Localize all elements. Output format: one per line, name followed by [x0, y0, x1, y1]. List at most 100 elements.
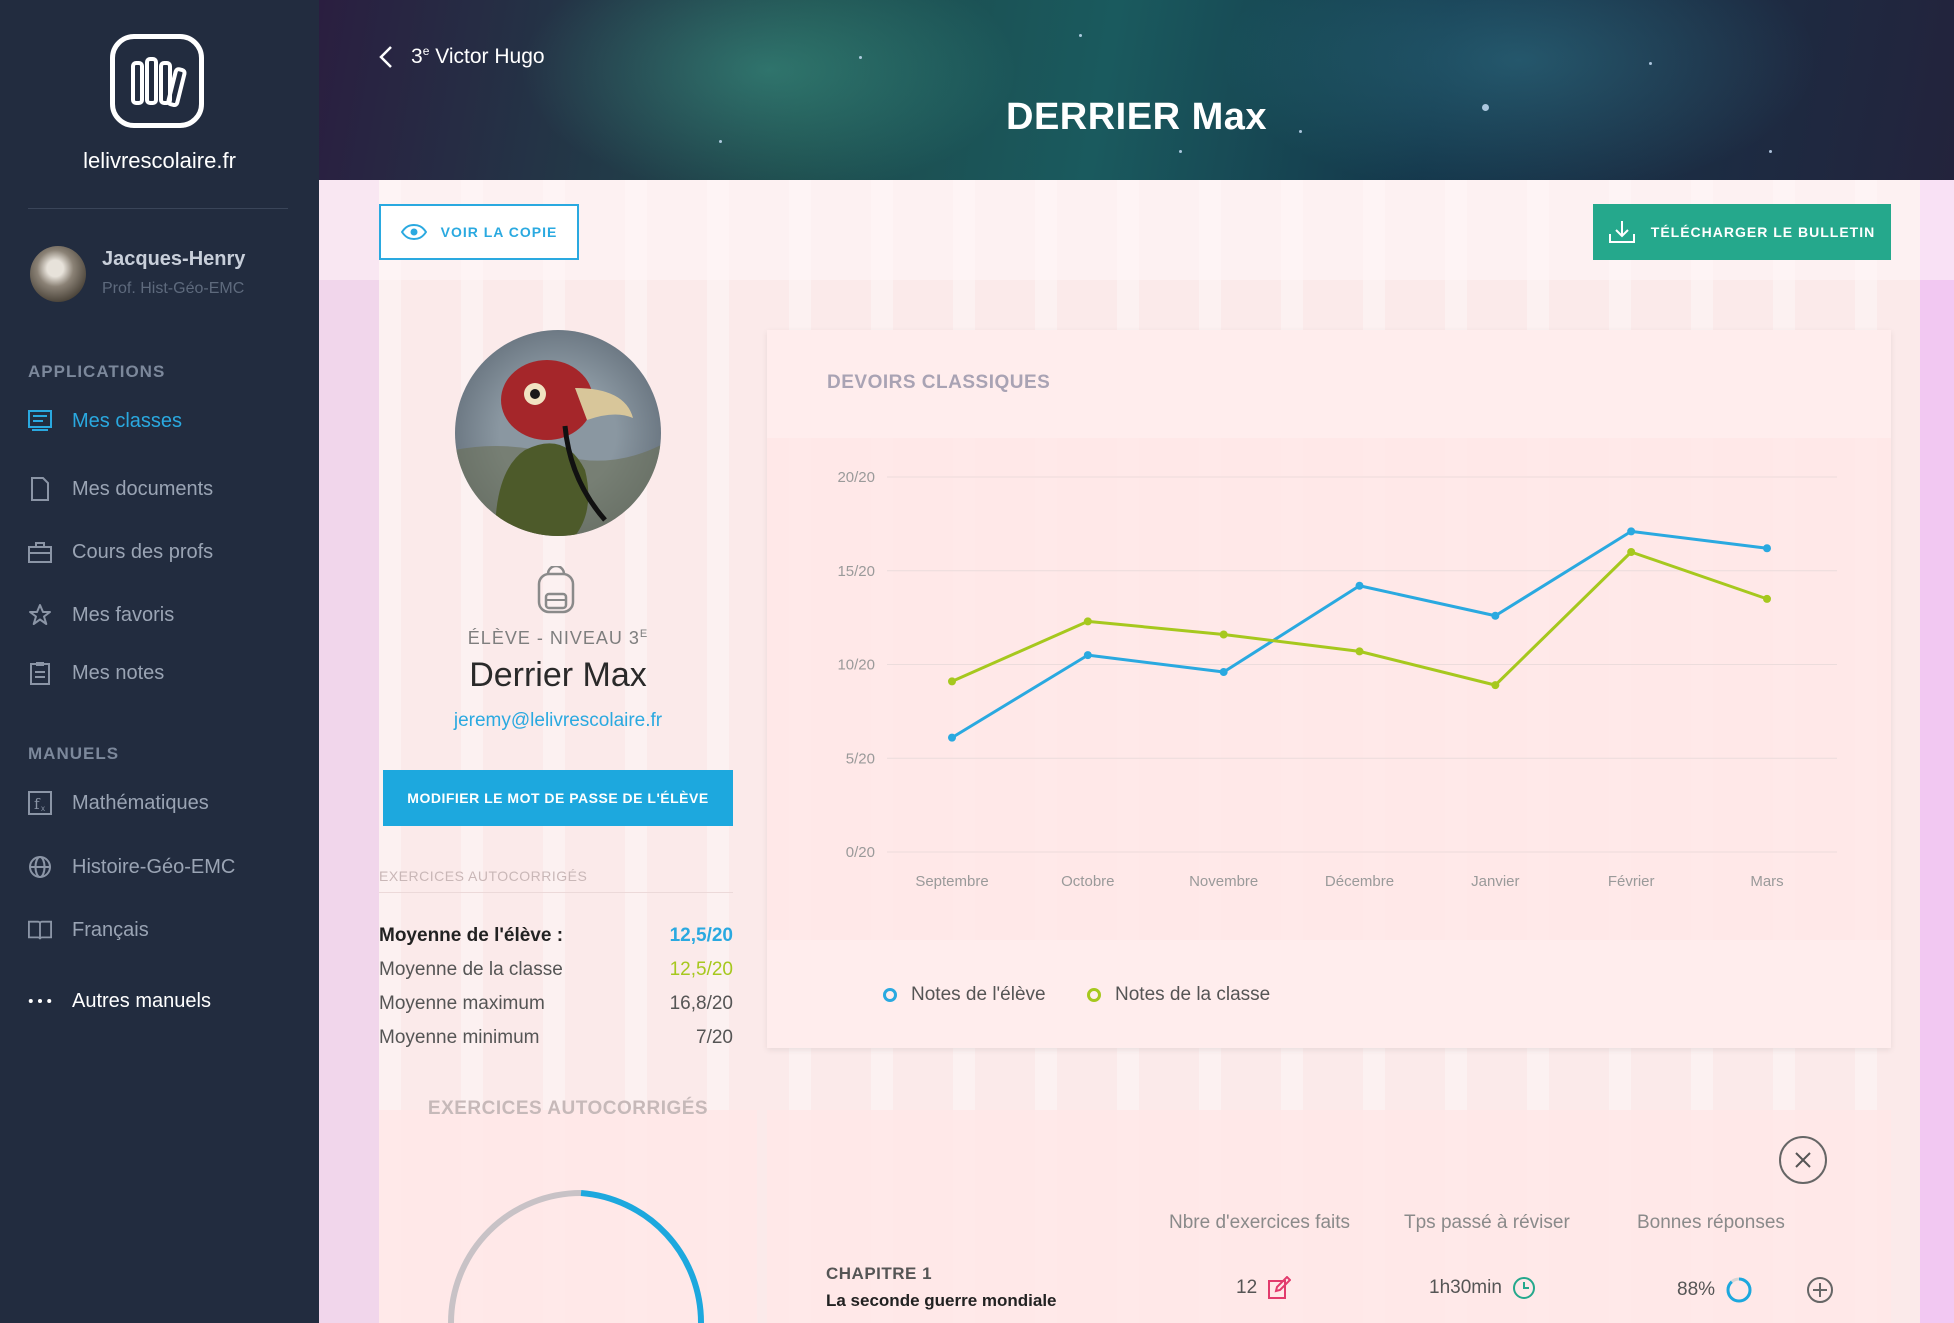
- sidebar-item-mes-classes[interactable]: Mes classes: [0, 398, 319, 444]
- column-header-correct: Bonnes réponses: [1637, 1212, 1785, 1233]
- grades-line-chart: 20/20 15/20 10/20 5/20 0/20 Septembre Octobre N…: [837, 469, 1837, 890]
- stat-value: 16,8/20: [669, 993, 733, 1014]
- stat-value: 7/20: [696, 1027, 733, 1048]
- time-spent-cell: 1h30min: [1429, 1276, 1536, 1300]
- user-avatar[interactable]: [30, 246, 86, 302]
- banner-glow: [1219, 0, 1819, 180]
- sidebar-item-mes-documents[interactable]: Mes documents: [0, 466, 319, 512]
- stat-value: 12,5/20: [669, 925, 733, 946]
- exercises-count-cell: 12: [1236, 1276, 1292, 1300]
- sidebar: lelivrescolaire.fr Jacques-Henry Prof. H…: [0, 0, 319, 1323]
- x-tick-label: Janvier: [1471, 873, 1519, 890]
- stat-label: Moyenne de la classe: [379, 959, 563, 980]
- correct-answers: 88%: [1677, 1279, 1716, 1300]
- y-tick-label: 10/20: [837, 657, 875, 674]
- brand-name: lelivrescolaire.fr: [83, 148, 236, 173]
- sidebar-item-mathematiques[interactable]: fx Mathématiques: [0, 780, 319, 826]
- header-banner: 3e Victor Hugo DERRIER Max: [319, 0, 1954, 180]
- data-point: [948, 733, 956, 742]
- sidebar-item-label: Cours des profs: [72, 540, 214, 563]
- data-point: [948, 677, 956, 686]
- stat-row-min-average: Moyenne minimum 7/20: [379, 1027, 733, 1049]
- section-manuels: MANUELS: [28, 744, 120, 763]
- close-button[interactable]: [1779, 1136, 1827, 1184]
- sidebar-item-histoire-geo-emc[interactable]: Histoire-Géo-EMC: [0, 844, 319, 890]
- back-link[interactable]: 3e Victor Hugo: [379, 44, 545, 69]
- view-copy-label: VOIR LA COPIE: [440, 224, 558, 240]
- time-spent: 1h30min: [1429, 1277, 1502, 1298]
- sidebar-item-label: Français: [72, 918, 149, 941]
- autocorrected-section-title: EXERCICES AUTOCORRIGÉS: [379, 868, 588, 884]
- download-icon: [1608, 221, 1635, 243]
- legend-label: Notes de la classe: [1115, 984, 1271, 1005]
- sidebar-item-label: Histoire-Géo-EMC: [72, 855, 236, 878]
- data-point: [1355, 647, 1364, 656]
- y-tick-label: 20/20: [837, 469, 875, 486]
- legend-marker: [883, 988, 897, 1002]
- sidebar-item-mes-favoris[interactable]: Mes favoris: [0, 592, 319, 638]
- data-point: [1763, 544, 1771, 553]
- student-email-link[interactable]: jeremy@lelivrescolaire.fr: [379, 710, 737, 732]
- data-point: [1763, 594, 1771, 603]
- classes-icon: [28, 409, 52, 433]
- legend-marker: [1087, 988, 1101, 1002]
- star-dot: [1179, 150, 1182, 153]
- svg-text:f: f: [34, 795, 41, 813]
- svg-text:x: x: [41, 804, 45, 813]
- expand-button[interactable]: [1806, 1276, 1834, 1309]
- sidebar-item-cours-des-profs[interactable]: Cours des profs: [0, 529, 319, 575]
- progress-ring-icon: [1726, 1277, 1752, 1303]
- data-point: [1627, 548, 1636, 556]
- clock-icon: [1512, 1277, 1535, 1299]
- correct-answers-cell: 88%: [1677, 1276, 1753, 1304]
- star-icon: [28, 603, 52, 627]
- exercises-count: 12: [1236, 1277, 1258, 1298]
- student-avatar[interactable]: [455, 330, 661, 536]
- back-link-label: 3e Victor Hugo: [411, 44, 545, 68]
- chart-title: DEVOIRS CLASSIQUES: [827, 372, 1051, 393]
- stat-label: Moyenne minimum: [379, 1027, 540, 1048]
- legend-item-class[interactable]: Notes de la classe: [1087, 984, 1270, 1006]
- legend-item-student[interactable]: Notes de l'élève: [883, 984, 1046, 1006]
- user-role: Prof. Hist-Géo-EMC: [102, 280, 245, 297]
- sidebar-item-label: Mes notes: [72, 661, 165, 684]
- download-report-button[interactable]: TÉLÉCHARGER LE BULLETIN: [1593, 204, 1891, 260]
- sidebar-item-mes-notes[interactable]: Mes notes: [0, 650, 319, 696]
- document-icon: [28, 477, 52, 501]
- plus-circle-icon: [1807, 1277, 1833, 1303]
- sidebar-item-francais[interactable]: Français: [0, 907, 319, 953]
- brand-logo-icon[interactable]: [110, 34, 204, 128]
- x-tick-label: Novembre: [1189, 873, 1258, 890]
- star-dot: [1769, 150, 1772, 153]
- series-line-student: [951, 529, 1768, 739]
- chapter-name: La seconde guerre mondiale: [826, 1291, 1057, 1310]
- data-point: [1083, 617, 1092, 626]
- right-gutter: [1920, 180, 1954, 1323]
- left-gutter: [319, 180, 379, 1323]
- more-icon: [28, 989, 52, 1013]
- view-copy-button[interactable]: VOIR LA COPIE: [379, 204, 579, 260]
- legend-label: Notes de l'élève: [911, 984, 1046, 1005]
- chevron-left-icon: [379, 45, 392, 68]
- sidebar-divider: [28, 208, 288, 209]
- page-title: DERRIER Max: [1006, 96, 1267, 138]
- stat-label: Moyenne de l'élève :: [379, 925, 564, 946]
- clipboard-icon: [28, 661, 52, 685]
- stat-label: Moyenne maximum: [379, 993, 545, 1014]
- reset-password-button[interactable]: MODIFIER LE MOT DE PASSE DE L'ÉLÈVE: [383, 770, 733, 826]
- y-tick-label: 5/20: [846, 750, 875, 767]
- data-point: [1355, 581, 1364, 590]
- student-name: Derrier Max: [469, 656, 647, 694]
- sidebar-item-label: Autres manuels: [72, 989, 211, 1012]
- close-icon: [1795, 1152, 1811, 1168]
- stat-value: 12,5/20: [669, 959, 733, 980]
- column-header-time: Tps passé à réviser: [1404, 1212, 1570, 1233]
- sidebar-item-autres-manuels[interactable]: Autres manuels: [0, 978, 319, 1024]
- section-applications: APPLICATIONS: [28, 362, 166, 381]
- briefcase-icon: [28, 540, 52, 564]
- star-dot: [1649, 62, 1652, 65]
- progress-ring-fill: [1726, 1277, 1752, 1303]
- autocorrected-summary-title: EXERCICES AUTOCORRIGÉS: [427, 1098, 709, 1119]
- x-tick-label: Mars: [1750, 873, 1783, 890]
- backpack-icon: [533, 564, 579, 621]
